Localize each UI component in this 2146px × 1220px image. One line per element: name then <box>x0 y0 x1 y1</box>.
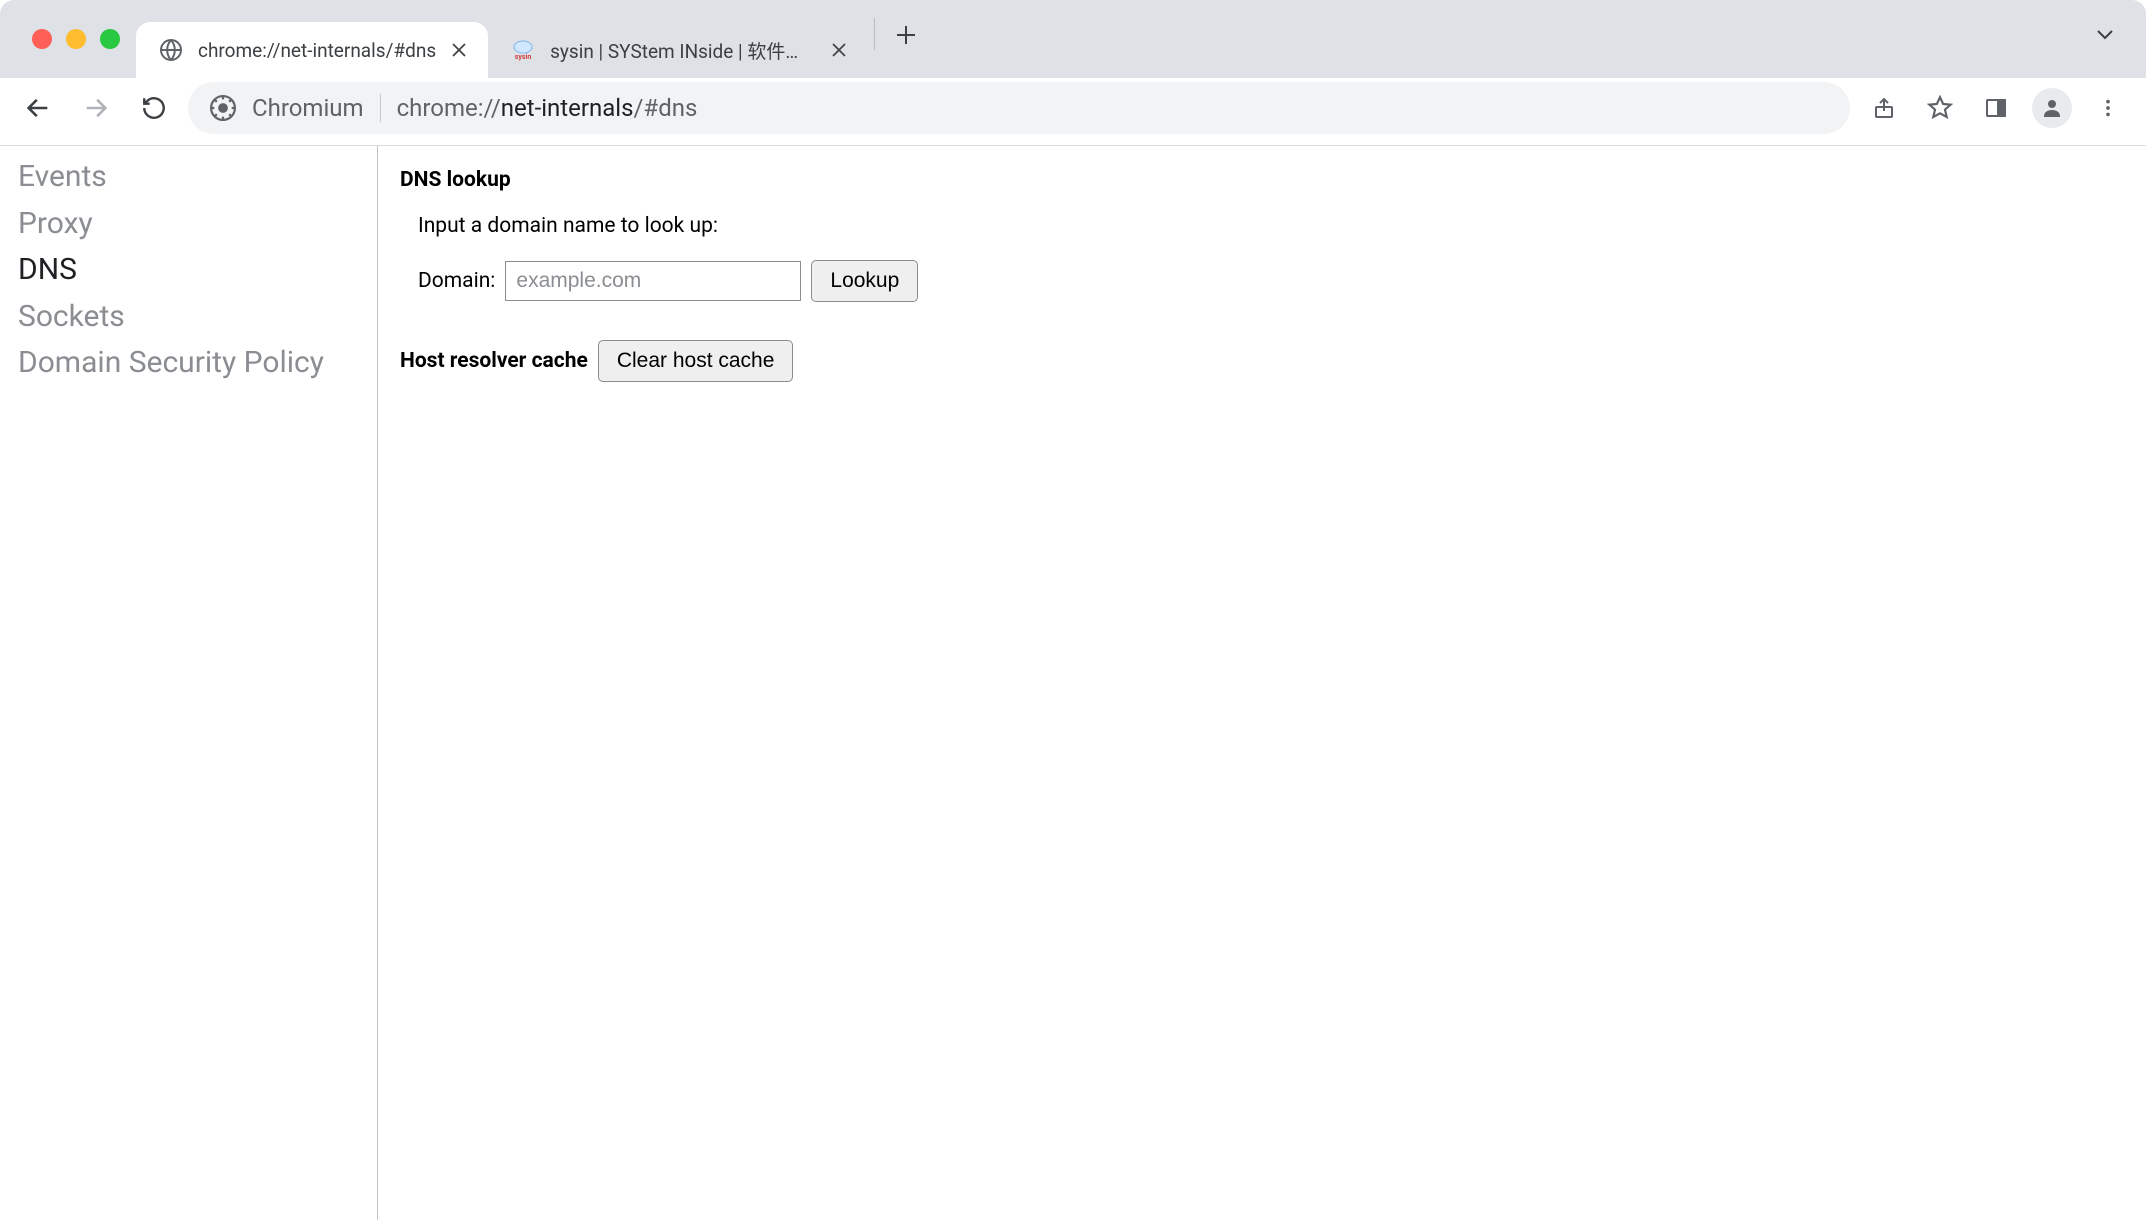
sidebar-item-sockets[interactable]: Sockets <box>18 294 377 341</box>
bookmark-star-icon[interactable] <box>1916 84 1964 132</box>
browser-chrome: chrome://net-internals/#dns sysin sysin … <box>0 0 2146 78</box>
address-bar[interactable]: Chromium chrome://net-internals/#dns <box>188 82 1850 134</box>
kebab-menu-icon[interactable] <box>2084 84 2132 132</box>
dns-lookup-heading: DNS lookup <box>400 168 2146 192</box>
host-cache-heading: Host resolver cache <box>400 349 588 373</box>
sysin-favicon: sysin <box>510 37 536 63</box>
close-icon[interactable] <box>450 41 468 59</box>
globe-icon <box>158 37 184 63</box>
sidebar-item-domain-security-policy[interactable]: Domain Security Policy <box>18 340 377 387</box>
svg-text:sysin: sysin <box>515 53 532 61</box>
window-close-button[interactable] <box>32 29 52 49</box>
lookup-button[interactable]: Lookup <box>811 260 918 302</box>
sidebar-item-proxy[interactable]: Proxy <box>18 201 377 248</box>
sidebar: Events Proxy DNS Sockets Domain Security… <box>0 146 378 1220</box>
page-content: Events Proxy DNS Sockets Domain Security… <box>0 146 2146 1220</box>
close-icon[interactable] <box>830 41 848 59</box>
dns-lookup-form: Domain: Lookup <box>418 260 2146 302</box>
tab-strip: chrome://net-internals/#dns sysin sysin … <box>0 0 2146 78</box>
site-info-icon[interactable] <box>210 95 236 121</box>
tab-separator <box>874 18 875 50</box>
tab-net-internals[interactable]: chrome://net-internals/#dns <box>136 22 488 78</box>
tab-title: chrome://net-internals/#dns <box>198 39 436 62</box>
tab-sysin[interactable]: sysin sysin | SYStem INside | 软件与技 <box>488 22 868 78</box>
tab-title: sysin | SYStem INside | 软件与技 <box>550 37 816 64</box>
omnibox-chip: Chromium <box>252 94 381 122</box>
sidebar-item-dns[interactable]: DNS <box>18 247 377 294</box>
sidebar-item-events[interactable]: Events <box>18 154 377 201</box>
clear-host-cache-button[interactable]: Clear host cache <box>598 340 794 382</box>
tab-list-dropdown[interactable] <box>2084 23 2134 55</box>
domain-input[interactable] <box>505 261 801 301</box>
dns-lookup-hint: Input a domain name to look up: <box>418 214 2146 238</box>
share-icon[interactable] <box>1860 84 1908 132</box>
host-resolver-cache-row: Host resolver cache Clear host cache <box>400 340 2146 382</box>
omnibox-url: chrome://net-internals/#dns <box>397 94 698 122</box>
new-tab-button[interactable] <box>885 14 927 56</box>
main-panel: DNS lookup Input a domain name to look u… <box>378 146 2146 1220</box>
window-controls <box>12 0 136 78</box>
toolbar-actions <box>1860 84 2132 132</box>
domain-field-label: Domain: <box>418 269 495 293</box>
toolbar: Chromium chrome://net-internals/#dns <box>0 78 2146 146</box>
reload-button[interactable] <box>130 84 178 132</box>
window-maximize-button[interactable] <box>100 29 120 49</box>
window-minimize-button[interactable] <box>66 29 86 49</box>
back-button[interactable] <box>14 84 62 132</box>
forward-button[interactable] <box>72 84 120 132</box>
side-panel-icon[interactable] <box>1972 84 2020 132</box>
profile-avatar[interactable] <box>2028 84 2076 132</box>
